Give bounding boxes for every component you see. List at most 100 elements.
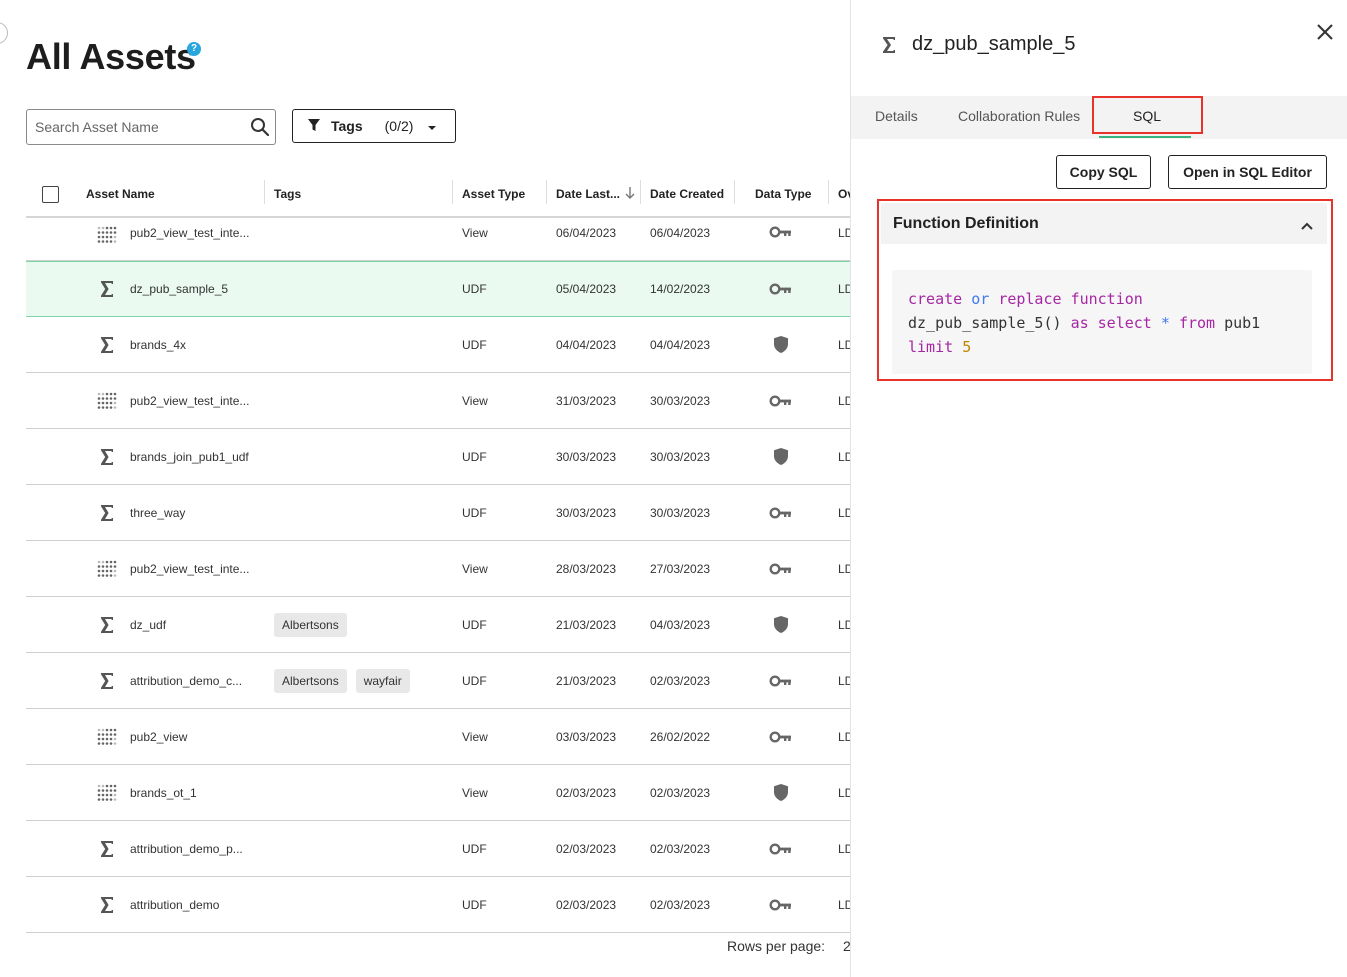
sigma-icon bbox=[97, 262, 117, 316]
tag-chip[interactable]: Albertsons bbox=[274, 668, 347, 693]
asset-name[interactable]: attribution_demo bbox=[130, 877, 219, 932]
tags-filter-label: Tags bbox=[331, 118, 363, 134]
view-grid-icon bbox=[97, 373, 117, 428]
date-created: 30/03/2023 bbox=[650, 449, 711, 464]
column-date-created[interactable]: Date Created bbox=[650, 172, 724, 216]
sigma-icon bbox=[97, 597, 117, 652]
copy-sql-button[interactable]: Copy SQL bbox=[1056, 155, 1151, 189]
asset-type: View bbox=[462, 729, 488, 744]
date-created: 02/03/2023 bbox=[650, 673, 711, 688]
tags-filter-button[interactable]: Tags (0/2) bbox=[292, 109, 456, 143]
search-box bbox=[26, 109, 276, 145]
date-created: 26/02/2022 bbox=[650, 729, 711, 744]
table-row[interactable]: attribution_demo_c... Albertsons wayfair … bbox=[26, 653, 850, 709]
asset-type: View bbox=[462, 785, 488, 800]
asset-type: UDF bbox=[462, 282, 487, 296]
view-grid-icon bbox=[97, 709, 117, 764]
asset-name[interactable]: dz_udf bbox=[130, 597, 166, 652]
column-date-last[interactable]: Date Last... bbox=[556, 172, 635, 216]
date-created: 06/04/2023 bbox=[650, 226, 711, 240]
asset-name[interactable]: brands_4x bbox=[130, 317, 186, 372]
table-row[interactable]: brands_4x UDF 04/04/2023 04/04/2023 LD bbox=[26, 317, 850, 373]
date-last-modified: 30/03/2023 bbox=[556, 505, 617, 520]
table-row[interactable]: pub2_view_test_inte... View 31/03/2023 3… bbox=[26, 373, 850, 429]
date-last-modified: 21/03/2023 bbox=[556, 617, 617, 632]
date-created: 02/03/2023 bbox=[650, 785, 711, 800]
table-row[interactable]: three_way UDF 30/03/2023 30/03/2023 LD bbox=[26, 485, 850, 541]
asset-type: UDF bbox=[462, 841, 487, 856]
asset-owner: LD bbox=[838, 617, 850, 632]
table-row[interactable]: brands_ot_1 View 02/03/2023 02/03/2023 L… bbox=[26, 765, 850, 821]
tab-collaboration-rules[interactable]: Collaboration Rules bbox=[958, 96, 1080, 136]
sql-line-3: limit 5 bbox=[908, 335, 1296, 359]
caret-down-icon bbox=[427, 118, 437, 134]
column-asset-name[interactable]: Asset Name bbox=[86, 172, 155, 216]
asset-owner: LD bbox=[838, 729, 850, 744]
tag-chip[interactable]: Albertsons bbox=[274, 612, 347, 637]
asset-name[interactable]: three_way bbox=[130, 485, 185, 540]
sql-token: 5 bbox=[962, 338, 972, 356]
column-tags[interactable]: Tags bbox=[274, 172, 301, 216]
rows-per-page-select[interactable]: 2 bbox=[843, 938, 850, 954]
asset-owner: LD bbox=[838, 393, 850, 408]
sigma-icon bbox=[97, 485, 117, 540]
table-row[interactable]: pub2_view_test_inte... View 06/04/2023 0… bbox=[26, 218, 850, 261]
shield-icon bbox=[768, 317, 794, 372]
column-asset-type[interactable]: Asset Type bbox=[462, 172, 525, 216]
table-row[interactable]: attribution_demo UDF 02/03/2023 02/03/20… bbox=[26, 877, 850, 933]
asset-owner: LD bbox=[838, 561, 850, 576]
sigma-icon bbox=[881, 34, 899, 56]
table-row[interactable]: pub2_view View 03/03/2023 26/02/2022 LD bbox=[26, 709, 850, 765]
column-owner[interactable]: Ov bbox=[838, 172, 850, 216]
function-definition-header[interactable]: Function Definition bbox=[881, 203, 1327, 244]
asset-name[interactable]: pub2_view_test_inte... bbox=[130, 218, 249, 260]
sigma-icon bbox=[97, 429, 117, 484]
select-all-checkbox[interactable] bbox=[42, 172, 59, 216]
drawer-title: dz_pub_sample_5 bbox=[912, 33, 1076, 55]
date-created: 04/03/2023 bbox=[650, 617, 711, 632]
asset-name[interactable]: brands_ot_1 bbox=[130, 765, 197, 820]
help-icon[interactable]: ? bbox=[187, 42, 201, 56]
close-icon[interactable] bbox=[1315, 22, 1335, 42]
sql-token: pub1 bbox=[1224, 314, 1261, 332]
asset-type: UDF bbox=[462, 337, 487, 352]
table-header: Asset Name Tags Asset Type Date Last... … bbox=[26, 172, 850, 218]
tag-chip[interactable]: wayfair bbox=[355, 668, 410, 693]
asset-name[interactable]: pub2_view_test_inte... bbox=[130, 541, 249, 596]
date-last-modified: 05/04/2023 bbox=[556, 282, 617, 296]
chevron-up-icon[interactable] bbox=[1301, 217, 1313, 235]
tab-details[interactable]: Details bbox=[875, 96, 918, 136]
asset-owner: LD bbox=[838, 673, 850, 688]
asset-name[interactable]: pub2_view bbox=[130, 709, 187, 764]
page-title: All Assets bbox=[26, 36, 196, 77]
table-row[interactable]: attribution_demo_p... UDF 02/03/2023 02/… bbox=[26, 821, 850, 877]
search-icon[interactable] bbox=[245, 112, 275, 142]
table-row[interactable]: dz_pub_sample_5 UDF 05/04/2023 14/02/202… bbox=[26, 261, 850, 317]
sql-code-block: create or replace function dz_pub_sample… bbox=[892, 270, 1312, 374]
table-row[interactable]: brands_join_pub1_udf UDF 30/03/2023 30/0… bbox=[26, 429, 850, 485]
assets-table-body: pub2_view_test_inte... View 06/04/2023 0… bbox=[26, 218, 850, 933]
column-data-type[interactable]: Data Type bbox=[755, 172, 811, 216]
asset-name[interactable]: dz_pub_sample_5 bbox=[130, 262, 228, 316]
date-last-modified: 28/03/2023 bbox=[556, 561, 617, 576]
date-last-modified: 06/04/2023 bbox=[556, 226, 617, 240]
asset-name[interactable]: attribution_demo_p... bbox=[130, 821, 243, 876]
search-input[interactable] bbox=[27, 110, 245, 144]
asset-name[interactable]: brands_join_pub1_udf bbox=[130, 429, 249, 484]
collapse-handle[interactable] bbox=[0, 22, 8, 44]
open-sql-editor-button[interactable]: Open in SQL Editor bbox=[1168, 155, 1327, 189]
asset-name[interactable]: pub2_view_test_inte... bbox=[130, 373, 249, 428]
asset-type: UDF bbox=[462, 449, 487, 464]
sort-down-arrow-icon[interactable] bbox=[625, 186, 635, 202]
view-grid-icon bbox=[97, 541, 117, 596]
sql-token: as bbox=[1070, 314, 1089, 332]
view-grid-icon bbox=[97, 765, 117, 820]
table-row[interactable]: dz_udf Albertsons UDF 21/03/2023 04/03/2… bbox=[26, 597, 850, 653]
asset-name[interactable]: attribution_demo_c... bbox=[130, 653, 242, 708]
sigma-icon bbox=[97, 317, 117, 372]
key-icon bbox=[768, 821, 794, 876]
column-date-last-label: Date Last... bbox=[556, 187, 621, 201]
table-row[interactable]: pub2_view_test_inte... View 28/03/2023 2… bbox=[26, 541, 850, 597]
shield-icon bbox=[768, 429, 794, 484]
asset-owner: LD bbox=[838, 505, 850, 520]
